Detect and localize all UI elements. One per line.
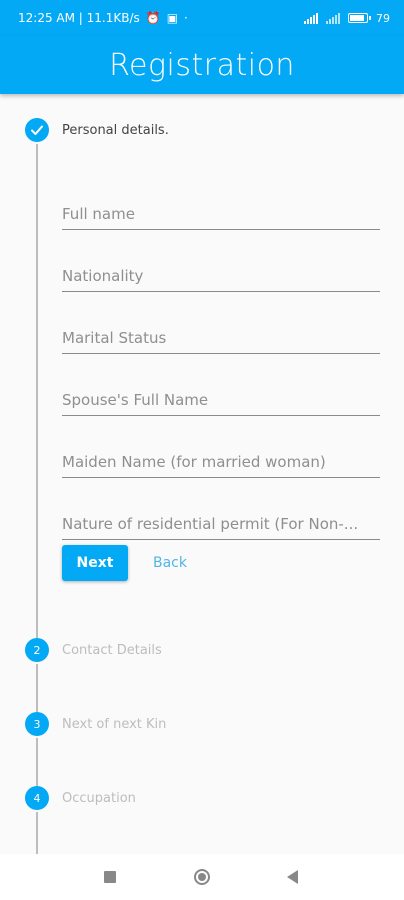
home-button[interactable] — [172, 854, 232, 900]
stepper: Personal details. Next Back 2 Contact De… — [0, 94, 404, 854]
spouse-name-field[interactable] — [62, 376, 380, 416]
dot-icon: · — [184, 11, 188, 25]
next-button[interactable]: Next — [62, 545, 128, 581]
square-icon — [104, 871, 116, 883]
system-nav-bar — [0, 854, 404, 900]
residential-permit-field[interactable] — [62, 500, 380, 540]
back-triangle-icon — [286, 870, 298, 884]
status-bar: 12:25 AM | 11.1KB/s ⏰ ▣ · 79 — [0, 0, 404, 36]
maiden-name-field[interactable] — [62, 438, 380, 478]
nationality-input[interactable] — [62, 267, 380, 285]
status-time: 12:25 AM | 11.1KB/s — [18, 11, 140, 25]
full-name-field[interactable] — [62, 190, 380, 230]
alarm-icon: ⏰ — [145, 11, 161, 25]
step-connector — [36, 812, 38, 854]
battery-icon — [348, 13, 371, 23]
status-right: 79 — [304, 12, 390, 25]
back-button[interactable]: Back — [140, 545, 200, 581]
home-circle-icon — [194, 869, 210, 885]
check-icon — [31, 125, 43, 135]
step-3-indicator[interactable]: 3 — [25, 712, 49, 736]
status-left: 12:25 AM | 11.1KB/s ⏰ ▣ · — [18, 11, 188, 25]
marital-status-input[interactable] — [62, 329, 380, 347]
residential-permit-input[interactable] — [62, 515, 380, 533]
spouse-name-input[interactable] — [62, 391, 380, 409]
step-3-label[interactable]: Next of next Kin — [62, 717, 166, 732]
step-connector — [36, 738, 38, 786]
step-connector — [36, 664, 38, 712]
app-bar: Registration — [0, 36, 404, 94]
maiden-name-input[interactable] — [62, 453, 380, 471]
step-4-label[interactable]: Occupation — [62, 791, 136, 806]
marital-status-field[interactable] — [62, 314, 380, 354]
recents-button[interactable] — [80, 854, 140, 900]
signal-icon-2 — [326, 12, 340, 24]
step-2-indicator[interactable]: 2 — [25, 638, 49, 662]
step-2-label[interactable]: Contact Details — [62, 643, 162, 658]
step-4-indicator[interactable]: 4 — [25, 786, 49, 810]
full-name-input[interactable] — [62, 205, 380, 223]
page-title: Registration — [109, 47, 295, 83]
nationality-field[interactable] — [62, 252, 380, 292]
step-connector — [36, 144, 38, 638]
signal-icon — [304, 12, 318, 24]
step-1-indicator[interactable] — [25, 118, 49, 142]
step-1-label[interactable]: Personal details. — [62, 123, 169, 138]
battery-level: 79 — [376, 11, 390, 25]
back-nav-button[interactable] — [262, 854, 322, 900]
notification-icon: ▣ — [166, 11, 179, 25]
